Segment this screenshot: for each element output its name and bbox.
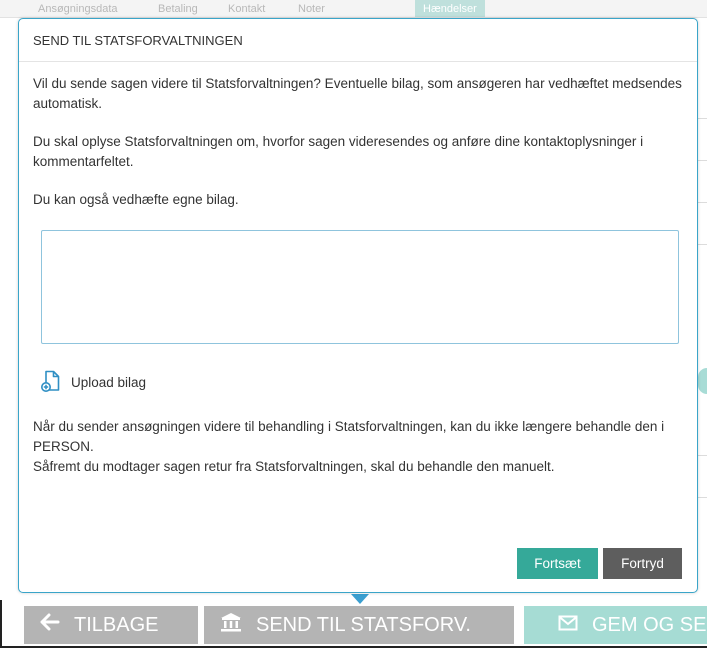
tab-betaling[interactable]: Betaling [150,0,206,17]
intro-paragraph: Vil du sende sagen videre til Statsforva… [33,76,682,111]
tab-ansoegningsdata[interactable]: Ansøgningsdata [30,0,126,17]
continue-button[interactable]: Fortsæt [517,548,598,579]
background-divider [697,118,707,119]
background-divider [697,455,707,456]
background-side-handle [698,368,707,394]
background-divider [697,244,707,245]
file-add-icon [41,370,61,395]
popover-pointer [351,594,369,604]
tab-haendelser[interactable]: Hændelser [415,0,485,17]
background-tab-strip: Ansøgningsdata Betaling Kontakt Noter Hæ… [0,0,707,18]
tab-noter[interactable]: Noter [290,0,333,17]
dialog-body: Vil du sende sagen videre til Statsforva… [19,62,697,477]
background-divider [697,160,707,161]
back-button-label: TILBAGE [74,613,159,636]
save-button-label: GEM OG SEND [592,613,707,636]
attachment-hint: Du kan også vedhæfte egne bilag. [33,192,239,207]
notice-line: Når du sender ansøgningen videre til beh… [33,419,665,454]
dialog-header: SEND TIL STATSFORVALTNINGEN [19,19,697,62]
background-divider [697,202,707,203]
upload-attachment-link[interactable]: Upload bilag [41,370,146,395]
arrow-left-icon [40,613,60,637]
bank-icon [220,612,242,638]
instruction-paragraph: Du skal oplyse Statsforvaltningen om, hv… [33,134,644,169]
save-and-send-button[interactable]: GEM OG SEND [524,606,707,644]
cancel-button[interactable]: Fortryd [603,548,682,579]
send-button-label: SEND TIL STATSFORV. [256,613,471,636]
back-button[interactable]: TILBAGE [24,606,198,644]
notice-line: Såfremt du modtager sagen retur fra Stat… [33,459,555,474]
dialog-footer: Fortsæt Fortryd [517,548,682,579]
bottom-action-bar: TILBAGE SEND TIL STATSFORV. GEM OG SEND [0,600,707,648]
upload-label: Upload bilag [71,375,147,390]
tab-kontakt[interactable]: Kontakt [220,0,273,17]
envelope-icon [558,614,578,637]
comment-textarea[interactable] [41,230,679,344]
dialog-title: SEND TIL STATSFORVALTNINGEN [33,32,243,48]
background-divider [697,497,707,498]
send-to-statsforvaltningen-button[interactable]: SEND TIL STATSFORV. [204,606,514,644]
handover-notice: Når du sender ansøgningen videre til beh… [33,417,683,477]
send-to-statsforvaltningen-dialog: SEND TIL STATSFORVALTNINGEN Vil du sende… [18,18,698,593]
